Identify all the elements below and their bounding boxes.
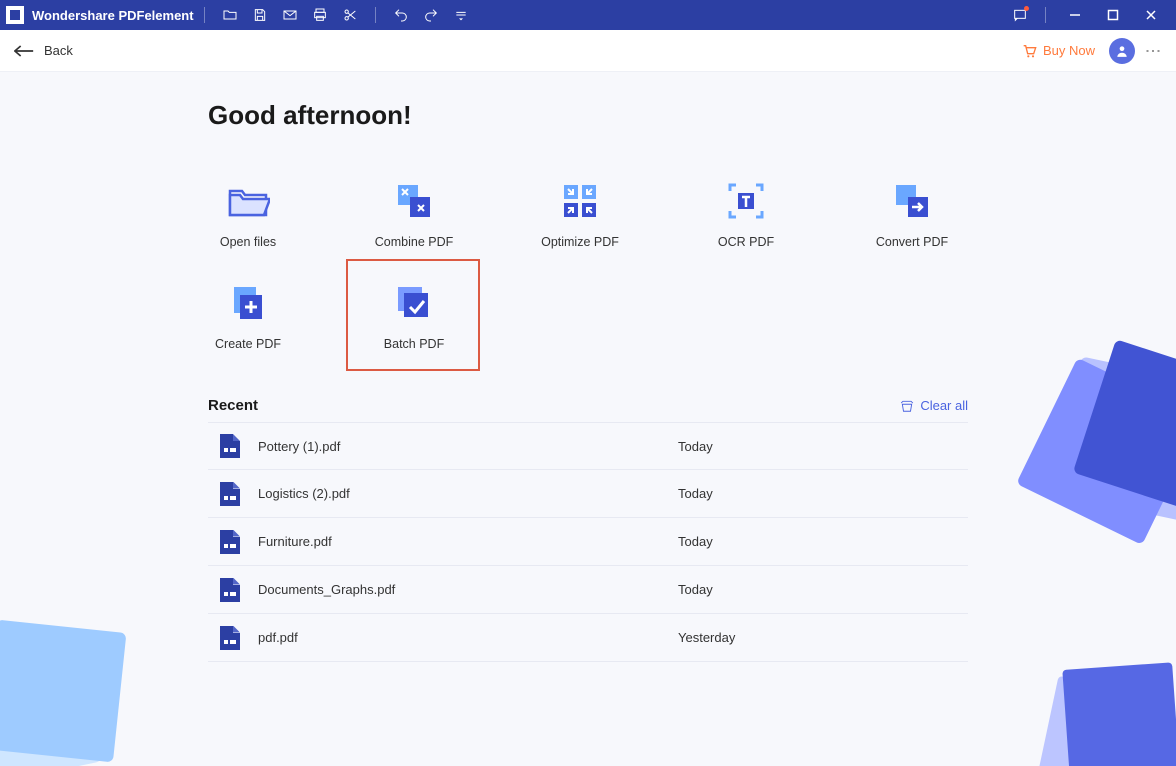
file-date: Today xyxy=(678,534,713,549)
tile-optimize-pdf[interactable]: Optimize PDF xyxy=(540,179,620,249)
tile-open-files[interactable]: Open files xyxy=(208,179,288,249)
dropdown-icon[interactable] xyxy=(450,4,472,26)
combine-icon xyxy=(392,179,436,223)
tile-label: Open files xyxy=(220,235,276,249)
mail-icon[interactable] xyxy=(279,4,301,26)
buy-now-button[interactable]: Buy Now xyxy=(1021,43,1095,59)
redo-icon[interactable] xyxy=(420,4,442,26)
pdf-file-icon xyxy=(220,434,240,458)
window-close-button[interactable] xyxy=(1132,0,1170,30)
recent-item[interactable]: Pottery (1).pdf Today xyxy=(208,422,968,470)
back-button[interactable]: Back xyxy=(14,43,73,58)
save-icon[interactable] xyxy=(249,4,271,26)
separator xyxy=(1045,7,1046,23)
open-folder-icon[interactable] xyxy=(219,4,241,26)
folder-open-icon xyxy=(226,179,270,223)
tile-label: OCR PDF xyxy=(718,235,774,249)
title-bar: Wondershare PDFelement xyxy=(0,0,1176,30)
more-menu-button[interactable]: ⋮ xyxy=(1143,43,1162,58)
tile-batch-pdf[interactable]: Batch PDF xyxy=(374,281,454,351)
file-date: Today xyxy=(678,582,713,597)
back-label: Back xyxy=(44,43,73,58)
app-logo-icon xyxy=(6,6,24,24)
file-date: Today xyxy=(678,439,713,454)
user-avatar-button[interactable] xyxy=(1109,38,1135,64)
sub-toolbar: Back Buy Now ⋮ xyxy=(0,30,1176,72)
pdf-file-icon xyxy=(220,578,240,602)
separator xyxy=(204,7,205,23)
window-maximize-button[interactable] xyxy=(1094,0,1132,30)
window-minimize-button[interactable] xyxy=(1056,0,1094,30)
file-name: Furniture.pdf xyxy=(258,534,678,549)
decorative-shape xyxy=(0,616,140,766)
app-name: Wondershare PDFelement xyxy=(32,8,194,23)
decorative-shape xyxy=(1011,321,1176,552)
undo-icon[interactable] xyxy=(390,4,412,26)
file-date: Today xyxy=(678,486,713,501)
decorative-shape xyxy=(1026,666,1176,766)
convert-icon xyxy=(890,179,934,223)
action-tiles: Open files Combine PDF xyxy=(208,179,968,351)
clear-all-button[interactable]: Clear all xyxy=(900,398,968,413)
pdf-file-icon xyxy=(220,626,240,650)
recent-item[interactable]: Documents_Graphs.pdf Today xyxy=(208,566,968,614)
batch-icon xyxy=(392,281,436,325)
file-name: pdf.pdf xyxy=(258,630,678,645)
tile-label: Create PDF xyxy=(215,337,281,351)
tile-create-pdf[interactable]: Create PDF xyxy=(208,281,288,351)
file-name: Pottery (1).pdf xyxy=(258,439,678,454)
scissors-icon[interactable] xyxy=(339,4,361,26)
tile-label: Optimize PDF xyxy=(541,235,619,249)
tile-combine-pdf[interactable]: Combine PDF xyxy=(374,179,454,249)
recent-item[interactable]: Logistics (2).pdf Today xyxy=(208,470,968,518)
optimize-icon xyxy=(558,179,602,223)
tile-label: Combine PDF xyxy=(375,235,454,249)
create-icon xyxy=(226,281,270,325)
recent-heading: Recent xyxy=(208,397,258,414)
file-name: Logistics (2).pdf xyxy=(258,486,678,501)
tile-label: Convert PDF xyxy=(876,235,948,249)
pdf-file-icon xyxy=(220,482,240,506)
greeting-heading: Good afternoon! xyxy=(208,100,968,131)
recent-list: Pottery (1).pdf Today Logistics (2).pdf … xyxy=(208,422,968,662)
buy-now-label: Buy Now xyxy=(1043,43,1095,58)
recent-item[interactable]: Furniture.pdf Today xyxy=(208,518,968,566)
tile-ocr-pdf[interactable]: OCR PDF xyxy=(706,179,786,249)
ocr-icon xyxy=(724,179,768,223)
notification-icon[interactable] xyxy=(1009,4,1031,26)
clear-all-label: Clear all xyxy=(920,398,968,413)
separator xyxy=(375,7,376,23)
tile-convert-pdf[interactable]: Convert PDF xyxy=(872,179,952,249)
print-icon[interactable] xyxy=(309,4,331,26)
pdf-file-icon xyxy=(220,530,240,554)
recent-item[interactable]: pdf.pdf Yesterday xyxy=(208,614,968,662)
tile-label: Batch PDF xyxy=(384,337,444,351)
file-date: Yesterday xyxy=(678,630,735,645)
file-name: Documents_Graphs.pdf xyxy=(258,582,678,597)
